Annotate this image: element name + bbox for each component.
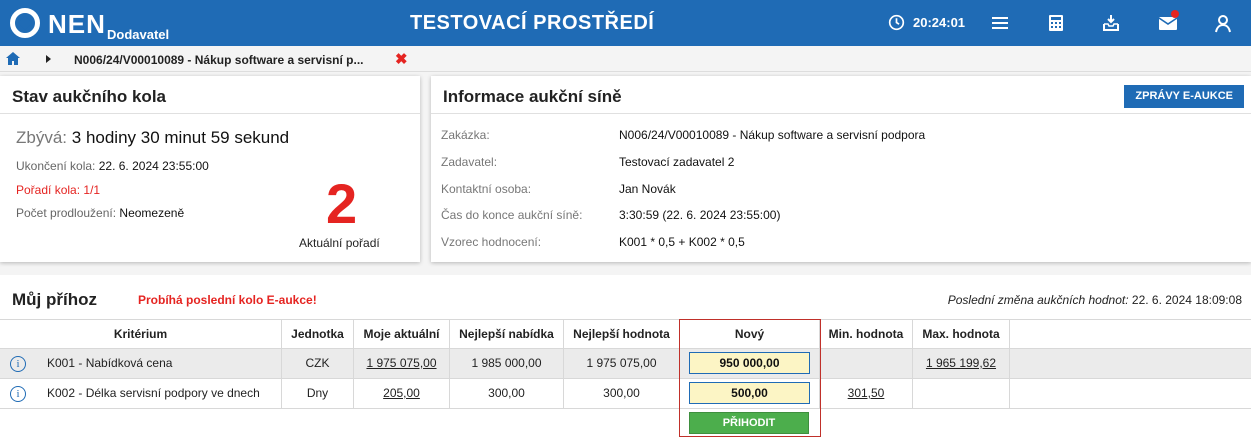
best-offer-cell: 300,00 (450, 379, 564, 408)
remaining-value: 3 hodiny 30 minut 59 sekund (71, 128, 290, 147)
column-header-best-offer: Nejlepší nabídka (450, 320, 564, 349)
round-status-panel: Stav aukčního kola Zbývá: 3 hodiny 30 mi… (0, 76, 420, 262)
auction-info-title: Informace aukční síně (443, 87, 622, 106)
min-value-link[interactable]: 301,50 (820, 379, 913, 408)
remaining-label: Zbývá: (16, 128, 68, 147)
column-header-criterion: Kritérium (0, 320, 282, 349)
best-offer-cell: 1 985 000,00 (450, 349, 564, 378)
info-value: Testovací zadavatel 2 (619, 155, 735, 169)
best-value-cell: 300,00 (564, 379, 680, 408)
criterion-name: K002 - Délka servisní podpory ve dnech (47, 386, 260, 400)
criterion-name: K001 - Nabídková cena (47, 356, 173, 370)
criterion-cell: i K001 - Nabídková cena (0, 349, 282, 378)
column-header-new: Nový (680, 320, 820, 349)
panel-header: Informace aukční síně ZPRÁVY E-AUKCE (431, 76, 1251, 114)
round-status-title: Stav aukčního kola (12, 87, 166, 106)
info-label: Vzorec hodnocení: (441, 235, 542, 249)
panel-header: Stav aukčního kola (0, 76, 420, 114)
round-order-value: 1/1 (83, 183, 101, 197)
info-value: Jan Novák (619, 182, 676, 196)
mail-icon[interactable] (1158, 10, 1179, 33)
extensions-value: Neomezeně (119, 206, 185, 220)
round-end: Ukončení kola: 22. 6. 2024 23:55:00 (16, 159, 209, 173)
round-order: Pořadí kola: 1/1 (16, 183, 100, 197)
extensions-label: Počet prodloužení: (16, 206, 117, 220)
top-bar: NEN Dodavatel TESTOVACÍ PROSTŘEDÍ 20:24:… (0, 0, 1251, 46)
info-value: N006/24/V00010089 - Nákup software a ser… (619, 128, 926, 142)
my-current-link[interactable]: 205,00 (354, 379, 450, 408)
info-value: 3:30:59 (22. 6. 2024 23:55:00) (619, 208, 781, 222)
inbox-download-icon[interactable] (1101, 13, 1121, 33)
table-row: i K002 - Délka servisní podpory ve dnech… (0, 379, 1251, 409)
info-value: K001 * 0,5 + K002 * 0,5 (619, 235, 745, 249)
round-end-label: Ukončení kola: (16, 159, 96, 173)
current-rank-value: 2 (326, 172, 358, 235)
breadcrumb-arrow-icon (46, 55, 51, 63)
logo-subtitle: Dodavatel (107, 27, 170, 42)
clock-icon (888, 14, 905, 31)
current-rank-label: Aktuální pořadí (299, 236, 380, 250)
user-icon[interactable] (1213, 13, 1233, 33)
info-label: Kontaktní osoba: (441, 182, 532, 196)
last-change-value: 22. 6. 2024 18:09:08 (1131, 293, 1242, 307)
my-current-link[interactable]: 1 975 075,00 (354, 349, 450, 378)
logo-mark-icon (10, 8, 40, 38)
criterion-cell: i K002 - Délka servisní podpory ve dnech (0, 379, 282, 408)
round-order-label: Pořadí kola: (16, 183, 81, 197)
column-header-best-value: Nejlepší hodnota (564, 320, 680, 349)
new-bid-input-k001[interactable] (689, 352, 810, 374)
unit-cell: Dny (282, 379, 354, 408)
auction-info-panel: Informace aukční síně ZPRÁVY E-AUKCE Zak… (431, 76, 1251, 262)
column-header-my-current: Moje aktuální (354, 320, 450, 349)
info-label: Zadavatel: (441, 155, 498, 169)
extensions: Počet prodloužení: Neomezeně (16, 206, 184, 220)
column-header-max: Max. hodnota (913, 320, 1010, 349)
remaining-time: Zbývá: 3 hodiny 30 minut 59 sekund (16, 128, 289, 148)
last-change-label: Poslední změna aukčních hodnot: (947, 293, 1129, 307)
place-bid-button[interactable]: PŘIHODIT (689, 412, 809, 434)
min-cell (820, 349, 913, 378)
info-label: Zakázka: (441, 128, 490, 142)
session-clock: 20:24:01 (888, 14, 965, 31)
breadcrumb-current[interactable]: N006/24/V00010089 - Nákup software a ser… (74, 53, 364, 67)
new-bid-input-k002[interactable] (689, 382, 810, 404)
table-header-row: Kritérium Jednotka Moje aktuální Nejlepš… (0, 319, 1251, 349)
calculator-icon[interactable] (1046, 13, 1066, 33)
clock-time: 20:24:01 (913, 15, 966, 30)
close-tab-icon[interactable]: ✖ (395, 50, 408, 68)
max-cell (913, 379, 1010, 408)
logo-text: NEN (48, 9, 106, 39)
table-row: i K001 - Nabídková cena CZK 1 975 075,00… (0, 349, 1251, 379)
best-value-cell: 1 975 075,00 (564, 349, 680, 378)
unit-cell: CZK (282, 349, 354, 378)
my-bid-section: Můj příhoz Probíhá poslední kolo E-aukce… (0, 275, 1251, 444)
environment-title: TESTOVACÍ PROSTŘEDÍ (410, 12, 655, 34)
info-icon[interactable]: i (10, 386, 26, 402)
notification-dot (1171, 10, 1179, 18)
column-header-unit: Jednotka (282, 320, 354, 349)
column-header-min: Min. hodnota (820, 320, 913, 349)
auction-messages-button[interactable]: ZPRÁVY E-AUKCE (1124, 85, 1244, 108)
last-change: Poslední změna aukčních hodnot: 22. 6. 2… (948, 293, 1242, 307)
round-end-value: 22. 6. 2024 23:55:00 (98, 159, 209, 173)
my-bid-title: Můj příhoz (12, 290, 97, 309)
breadcrumb: N006/24/V00010089 - Nákup software a ser… (0, 46, 1251, 72)
menu-icon[interactable] (990, 13, 1010, 33)
last-round-alert: Probíhá poslední kolo E-aukce! (138, 293, 317, 307)
home-icon[interactable] (6, 52, 20, 65)
max-value-link[interactable]: 1 965 199,62 (913, 349, 1010, 378)
info-label: Čas do konce aukční síně: (441, 208, 583, 222)
info-icon[interactable]: i (10, 356, 26, 372)
